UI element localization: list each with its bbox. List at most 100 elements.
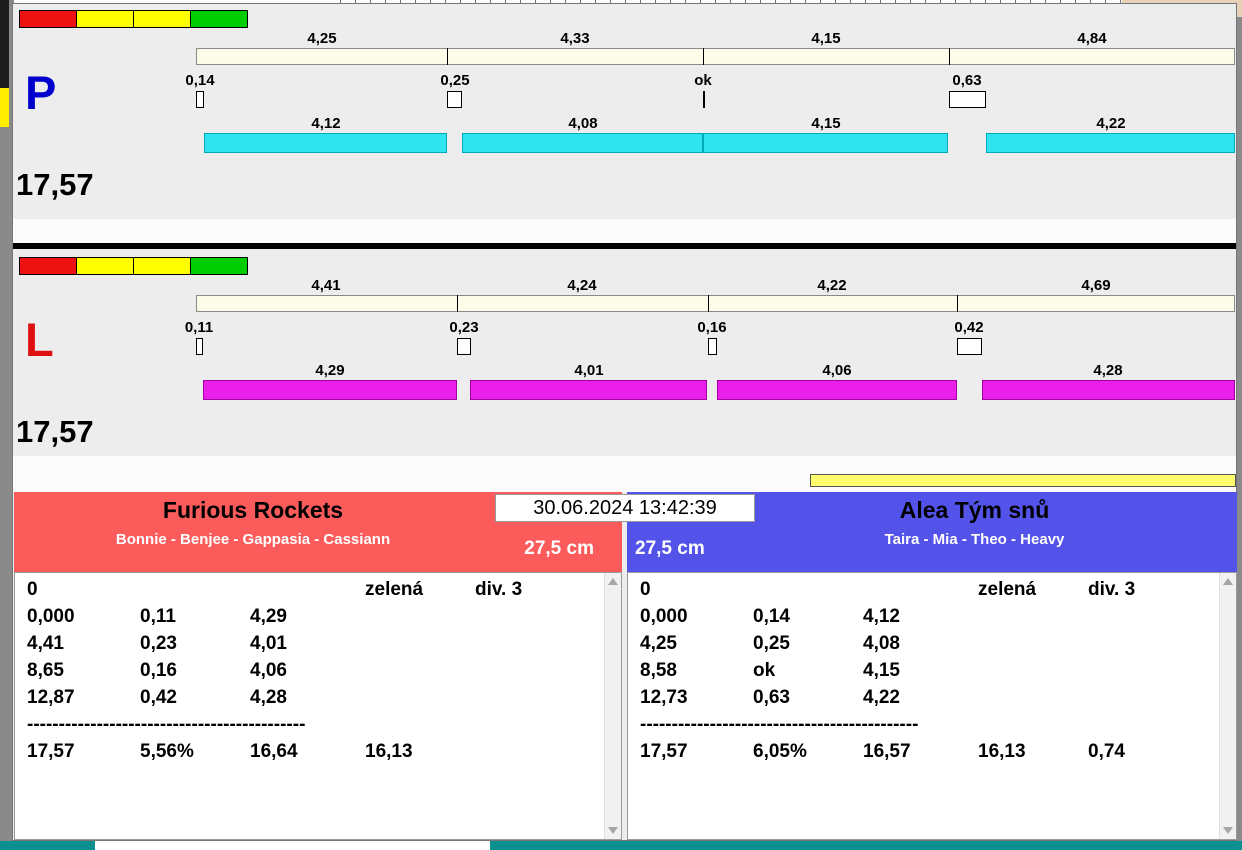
run-time-bar bbox=[203, 380, 457, 400]
run-time-label: 4,15 bbox=[811, 115, 841, 132]
lane-chart-left: 4,41 4,24 4,22 4,69 0,11 0,23 0,16 0,42 4,29 4,01… bbox=[12, 250, 1237, 456]
result-cell: 0 bbox=[640, 579, 651, 600]
result-cell: 0,42 bbox=[140, 687, 177, 708]
exchange-time-box bbox=[457, 338, 471, 355]
split-time-label: 4,25 bbox=[307, 30, 337, 47]
result-cell: 17,57 bbox=[640, 741, 688, 762]
result-cell: 0,000 bbox=[27, 606, 75, 627]
divider-line: ----------------------------------------… bbox=[640, 714, 919, 735]
exchange-time-box bbox=[447, 91, 462, 108]
result-cell: 0,16 bbox=[140, 660, 177, 681]
team-results-left: 0 zelená div. 3 0,000 0,11 4,29 4,41 0,23 4,01 8,… bbox=[14, 572, 622, 840]
scroll-down-icon[interactable] bbox=[608, 827, 618, 834]
result-cell: 8,58 bbox=[640, 660, 677, 681]
exchange-time-box bbox=[703, 91, 705, 108]
exchange-time-box bbox=[957, 338, 982, 355]
result-row: 12,73 0,63 4,22 bbox=[628, 687, 1218, 714]
exchange-time-box bbox=[196, 338, 203, 355]
result-cell: 0 bbox=[27, 579, 38, 600]
result-row: 0,000 0,11 4,29 bbox=[15, 606, 603, 633]
result-cell: 0,63 bbox=[753, 687, 790, 708]
result-cell: 17,57 bbox=[27, 741, 75, 762]
run-time-bar bbox=[717, 380, 957, 400]
split-divider-tick bbox=[447, 48, 448, 65]
result-cell: 0,25 bbox=[753, 633, 790, 654]
divider-line: ----------------------------------------… bbox=[27, 714, 306, 735]
left-edge-yellow-strip bbox=[0, 88, 9, 127]
lane-panel-left: L 4,41 4,24 4,22 4,69 0,11 0,23 0,16 0,42 4,29 4,… bbox=[12, 250, 1237, 456]
section-divider-bar bbox=[13, 243, 1236, 249]
result-row: 4,25 0,25 4,08 bbox=[628, 633, 1218, 660]
result-cell: 4,28 bbox=[250, 687, 287, 708]
race-timestamp: 30.06.2024 13:42:39 bbox=[495, 494, 755, 522]
result-cell: 5,56% bbox=[140, 741, 194, 762]
run-time-label: 4,22 bbox=[1096, 115, 1126, 132]
result-cell: 0,000 bbox=[640, 606, 688, 627]
run-time-bar bbox=[462, 133, 703, 153]
split-axis-bar bbox=[196, 48, 1235, 65]
lane-panel-right: P 4,25 4,33 4,15 4,84 0,14 0,25 ok 0,63 4,12 4,08… bbox=[12, 3, 1237, 219]
result-cell: 16,64 bbox=[250, 741, 298, 762]
run-time-bar bbox=[204, 133, 447, 153]
jump-height-label: 27,5 cm bbox=[524, 538, 594, 559]
results-rows: 0 zelená div. 3 0,000 0,14 4,12 4,25 0,25 4,08 8,… bbox=[628, 579, 1218, 839]
exchange-time-label: ok bbox=[694, 72, 712, 89]
run-time-bar bbox=[986, 133, 1235, 153]
split-time-label: 4,84 bbox=[1077, 30, 1107, 47]
split-divider-tick bbox=[708, 295, 709, 312]
scroll-up-icon[interactable] bbox=[608, 578, 618, 585]
result-cell: zelená bbox=[978, 579, 1037, 600]
progress-indicator-bar bbox=[810, 474, 1236, 487]
split-time-label: 4,15 bbox=[811, 30, 841, 47]
run-time-label: 4,08 bbox=[568, 115, 598, 132]
result-row: 0 zelená div. 3 bbox=[15, 579, 603, 606]
run-time-label: 4,29 bbox=[315, 362, 345, 379]
result-cell: 4,41 bbox=[27, 633, 64, 654]
result-cell: div. 3 bbox=[475, 579, 523, 600]
result-row: 4,41 0,23 4,01 bbox=[15, 633, 603, 660]
result-cell: 4,29 bbox=[250, 606, 287, 627]
run-time-label: 4,01 bbox=[574, 362, 604, 379]
scroll-down-icon[interactable] bbox=[1223, 827, 1233, 834]
exchange-time-label: 0,42 bbox=[954, 319, 984, 336]
lane-total-time: 17,57 bbox=[16, 414, 94, 449]
section-gap bbox=[13, 219, 1236, 243]
scrollbar[interactable] bbox=[1219, 573, 1236, 839]
result-row: 0,000 0,14 4,12 bbox=[628, 606, 1218, 633]
result-row: 0 zelená div. 3 bbox=[628, 579, 1218, 606]
exchange-time-label: 0,14 bbox=[185, 72, 215, 89]
exchange-time-label: 0,11 bbox=[184, 319, 214, 336]
result-row: 17,57 6,05% 16,57 16,13 0,74 bbox=[628, 741, 1218, 768]
scrollbar[interactable] bbox=[604, 573, 621, 839]
split-divider-tick bbox=[457, 295, 458, 312]
jump-height-label: 27,5 cm bbox=[635, 538, 705, 559]
result-row: 12,87 0,42 4,28 bbox=[15, 687, 603, 714]
split-time-label: 4,24 bbox=[567, 277, 597, 294]
result-cell: 12,87 bbox=[27, 687, 75, 708]
result-cell: 16,57 bbox=[863, 741, 911, 762]
split-divider-tick bbox=[949, 48, 950, 65]
run-time-bar bbox=[982, 380, 1235, 400]
result-cell: ok bbox=[753, 660, 776, 681]
team-results-right: 0 zelená div. 3 0,000 0,14 4,12 4,25 0,25 4,08 8,… bbox=[627, 572, 1237, 840]
left-edge-dark-strip bbox=[0, 0, 9, 88]
result-cell: 4,15 bbox=[863, 660, 900, 681]
result-cell: 4,22 bbox=[863, 687, 900, 708]
result-cell: 4,12 bbox=[863, 606, 900, 627]
exchange-time-label: 0,23 bbox=[449, 319, 479, 336]
scroll-up-icon[interactable] bbox=[1223, 578, 1233, 585]
split-time-label: 4,22 bbox=[817, 277, 847, 294]
result-cell: zelená bbox=[365, 579, 424, 600]
result-cell: 16,13 bbox=[365, 741, 413, 762]
result-cell: 4,06 bbox=[250, 660, 287, 681]
split-time-label: 4,41 bbox=[311, 277, 341, 294]
exchange-time-label: 0,16 bbox=[697, 319, 727, 336]
split-time-label: 4,33 bbox=[560, 30, 590, 47]
result-cell: 0,74 bbox=[1088, 741, 1125, 762]
result-cell: 6,05% bbox=[753, 741, 807, 762]
split-time-label: 4,69 bbox=[1081, 277, 1111, 294]
exchange-time-box bbox=[708, 338, 717, 355]
result-cell: 0,14 bbox=[753, 606, 790, 627]
result-cell: 4,08 bbox=[863, 633, 900, 654]
result-cell: 4,01 bbox=[250, 633, 287, 654]
